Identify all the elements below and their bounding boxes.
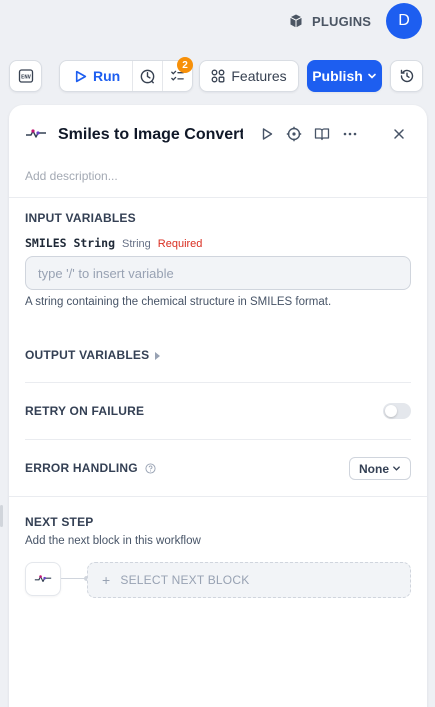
output-variables-toggle[interactable]: OUTPUT VARIABLES	[25, 348, 161, 362]
divider	[9, 197, 427, 198]
history-icon	[400, 69, 413, 83]
variable-name: SMILES String	[25, 236, 116, 250]
next-step-title: NEXT STEP	[25, 515, 94, 529]
run-button[interactable]: Run	[60, 61, 134, 91]
divider	[25, 439, 411, 440]
top-bar: PLUGINS D	[0, 0, 435, 46]
error-handling-title: ERROR HANDLING	[25, 461, 138, 475]
version-history-button[interactable]	[390, 60, 423, 92]
book-open-icon	[314, 128, 330, 141]
select-next-block-button[interactable]: + SELECT NEXT BLOCK	[87, 562, 411, 598]
close-panel-button[interactable]	[390, 125, 408, 143]
more-options-button[interactable]	[341, 125, 359, 143]
variable-row: SMILES String String Required	[25, 236, 202, 250]
checklist-count-badge: 2	[177, 57, 193, 73]
plus-icon: +	[102, 572, 111, 588]
run-label: Run	[93, 68, 121, 84]
toggle-knob	[385, 405, 397, 417]
publish-button[interactable]: Publish	[307, 60, 382, 92]
output-variables-title: OUTPUT VARIABLES	[25, 348, 150, 362]
variable-help-text: A string containing the chemical structu…	[25, 296, 332, 308]
input-variables-title: INPUT VARIABLES	[25, 211, 136, 225]
node-title[interactable]: Smiles to Image Converter	[58, 126, 243, 148]
run-toolbar-group: Run	[59, 60, 193, 92]
run-node-button[interactable]	[258, 125, 276, 143]
molecule-node-icon	[34, 575, 52, 583]
crosshair-icon	[286, 126, 302, 142]
divider	[9, 496, 427, 497]
chevron-down-icon	[367, 73, 376, 79]
chevron-down-icon	[393, 466, 400, 471]
variable-type: String	[122, 238, 151, 250]
retry-toggle[interactable]	[383, 403, 411, 419]
locate-node-button[interactable]	[285, 125, 303, 143]
help-circle-icon[interactable]	[145, 463, 156, 474]
features-label: Features	[231, 68, 287, 84]
caret-right-icon	[155, 351, 161, 360]
more-horizontal-icon	[343, 132, 357, 136]
molecule-node-icon	[26, 129, 46, 138]
node-config-panel: Smiles to Image Converter Add descriptio…	[9, 105, 427, 707]
cube-icon	[290, 14, 302, 28]
run-history-button[interactable]	[133, 61, 163, 91]
env-icon: ENV	[18, 69, 33, 83]
play-icon	[262, 128, 273, 140]
smiles-string-input[interactable]: type '/' to insert variable	[25, 256, 411, 290]
env-button[interactable]: ENV	[9, 60, 42, 92]
features-icon	[211, 69, 225, 83]
avatar-initial: D	[398, 12, 410, 29]
plugins-label: PLUGINS	[312, 13, 372, 29]
next-step-description: Add the next block in this workflow	[25, 535, 201, 547]
docs-button[interactable]	[313, 125, 331, 143]
required-label: Required	[157, 238, 203, 250]
close-icon	[394, 129, 404, 139]
panel-resize-handle[interactable]	[0, 505, 3, 527]
run-history-icon	[140, 69, 155, 84]
plugins-link[interactable]: PLUGINS	[288, 11, 371, 31]
avatar[interactable]: D	[386, 3, 422, 39]
select-next-label: SELECT NEXT BLOCK	[120, 573, 250, 587]
error-handling-label: ERROR HANDLING	[25, 461, 156, 475]
play-icon	[75, 70, 87, 82]
svg-text:ENV: ENV	[21, 75, 32, 81]
retry-on-failure-title: RETRY ON FAILURE	[25, 404, 145, 418]
divider	[25, 382, 411, 383]
publish-label: Publish	[312, 68, 363, 84]
description-input[interactable]: Add description...	[25, 169, 118, 183]
current-block-node	[25, 562, 61, 596]
error-handling-select[interactable]: None	[349, 457, 411, 480]
error-handling-value: None	[359, 461, 389, 476]
features-button[interactable]: Features	[199, 60, 299, 92]
